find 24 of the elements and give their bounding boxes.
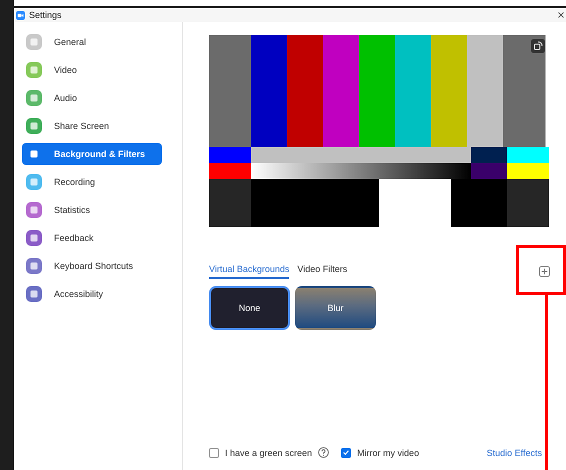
checkbox[interactable]	[209, 448, 219, 458]
help-icon[interactable]	[318, 447, 330, 458]
close-icon[interactable]	[558, 12, 564, 18]
sidebar-item[interactable]: Video	[22, 59, 162, 81]
sidebar-item[interactable]: Statistics	[22, 199, 162, 221]
rotate-camera-icon[interactable]	[531, 39, 545, 53]
checkbox-label: Mirror my video	[357, 448, 420, 458]
tab[interactable]: Virtual Backgrounds	[209, 264, 290, 279]
checkbox[interactable]	[341, 448, 352, 458]
no-background-option[interactable]: None	[209, 286, 290, 330]
sidebar-item[interactable]: Recording	[22, 171, 162, 193]
window-title: Settings	[29, 10, 63, 20]
sidebar-item[interactable]: Keyboard Shortcuts	[22, 255, 162, 277]
checkbox-label: I have a green screen	[225, 448, 312, 458]
sidebar-item[interactable]: Share Screen	[22, 115, 162, 137]
sidebar-item[interactable]: Audio	[22, 87, 162, 109]
add-icon[interactable]	[539, 266, 550, 277]
blur-background-option[interactable]: Blur	[295, 286, 376, 330]
sidebar-item[interactable]: Background & Filters	[22, 143, 162, 165]
sidebar-item[interactable]: General	[22, 31, 162, 53]
studio-effects-link[interactable]: Studio Effects	[486, 448, 542, 458]
tab[interactable]: Video Filters	[297, 264, 348, 279]
sidebar-item[interactable]: Feedback	[22, 227, 162, 249]
sidebar-item[interactable]: Accessibility	[22, 283, 162, 305]
